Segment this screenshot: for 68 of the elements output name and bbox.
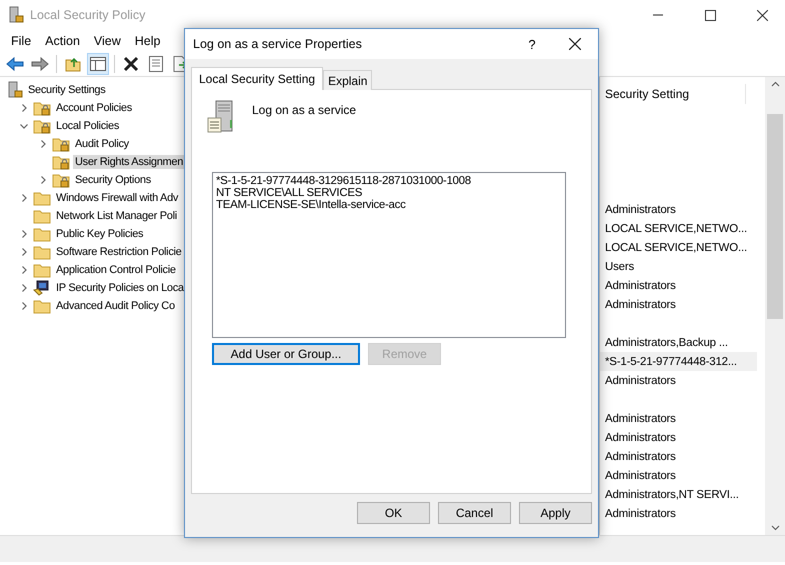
dialog-button[interactable]: OK (357, 502, 430, 524)
locked-folder-icon (52, 136, 70, 152)
scroll-down-icon[interactable] (770, 525, 780, 531)
tree-item[interactable]: Advanced Audit Policy Co (54, 299, 177, 313)
tree-item[interactable]: User Rights Assignmen (73, 155, 185, 169)
setting-row[interactable]: Users (600, 257, 757, 276)
computer-icon (33, 280, 51, 296)
folder-icon (33, 226, 51, 242)
locked-folder-icon (33, 118, 51, 134)
setting-row[interactable]: Administrators (600, 504, 757, 523)
menu-item[interactable]: Action (38, 34, 87, 48)
tab[interactable]: Local Security Setting (191, 67, 324, 90)
setting-row[interactable]: Administrators (600, 428, 757, 447)
close-icon (756, 10, 768, 20)
tab[interactable]: Explain (323, 70, 372, 90)
scrollbar-thumb[interactable] (767, 114, 783, 318)
menu-item[interactable]: Help (128, 34, 168, 48)
dialog-title: Log on as a service Properties (193, 37, 363, 51)
dialog-button[interactable]: Cancel (438, 502, 511, 524)
locked-folder-icon (33, 100, 51, 116)
add-button[interactable]: Add User or Group... (212, 343, 360, 365)
tree-item[interactable]: Account Policies (54, 101, 134, 115)
scroll-up-icon[interactable] (770, 81, 780, 87)
tree-item[interactable]: IP Security Policies on Loca (54, 281, 185, 295)
setting-row[interactable]: *S-1-5-21-97774448-312... (600, 352, 757, 371)
folder-icon (33, 262, 51, 278)
list-item[interactable]: NT SERVICE\ALL SERVICES (216, 187, 562, 199)
list-item[interactable]: TEAM-LICENSE-SE\Intella-service-acc (216, 199, 562, 211)
tree-item[interactable]: Application Control Policie (54, 263, 178, 277)
setting-row[interactable]: Administrators (600, 409, 757, 428)
tree-item[interactable]: Audit Policy (73, 137, 131, 151)
maximize-icon (704, 10, 716, 20)
policy-name: Log on as a service (252, 102, 356, 119)
setting-row[interactable]: Administrators (600, 371, 757, 390)
setting-row[interactable]: Administrators (600, 276, 757, 295)
locked-folder-icon (52, 154, 70, 170)
folder-icon (33, 298, 51, 314)
window-title: Local Security Policy (30, 8, 146, 22)
tree-item[interactable]: Security Settings (26, 83, 108, 97)
setting-row[interactable]: Administrators (600, 466, 757, 485)
tree-item[interactable]: Local Policies (54, 119, 122, 133)
setting-row[interactable]: Administrators (600, 200, 757, 219)
tree-item[interactable]: Windows Firewall with Adv (54, 191, 180, 205)
menu-item[interactable]: View (86, 34, 128, 48)
tree-toggle-button[interactable] (87, 53, 109, 75)
folder-icon (33, 208, 51, 224)
tree-item[interactable]: Public Key Policies (54, 227, 146, 241)
setting-row[interactable]: Administrators,Backup ... (600, 333, 757, 352)
dialog-button[interactable]: Apply (519, 502, 592, 524)
setting-row[interactable]: Administrators (600, 447, 757, 466)
policy-icon (7, 81, 23, 99)
tree-item[interactable]: Security Options (73, 173, 153, 187)
close-icon (569, 38, 581, 50)
list-item[interactable]: *S-1-5-21-97774448-3129615118-2871031000-1008 (216, 175, 562, 187)
folder-icon (33, 190, 51, 206)
setting-row[interactable]: Administrators,NT SERVI... (600, 485, 757, 504)
locked-folder-icon (52, 172, 70, 188)
setting-row[interactable]: LOCAL SERVICE,NETWO... (600, 238, 757, 257)
app-icon (8, 6, 24, 24)
tree-item[interactable]: Network List Manager Poli (54, 209, 179, 223)
tree-item[interactable]: Software Restriction Policie (54, 245, 184, 259)
setting-row[interactable]: Administrators (600, 295, 757, 314)
setting-row[interactable]: LOCAL SERVICE,NETWO... (600, 219, 757, 238)
accounts-list[interactable]: *S-1-5-21-97774448-3129615118-2871031000-1008 NT SERVICE\ALL SERVICES TEAM-LICENSE-SE\Intella-service-acc (212, 172, 566, 338)
column-header[interactable]: Security Setting (600, 84, 746, 104)
help-button[interactable]: ? (512, 36, 552, 52)
folder-icon (33, 244, 51, 260)
menu-item[interactable]: File (4, 34, 38, 48)
